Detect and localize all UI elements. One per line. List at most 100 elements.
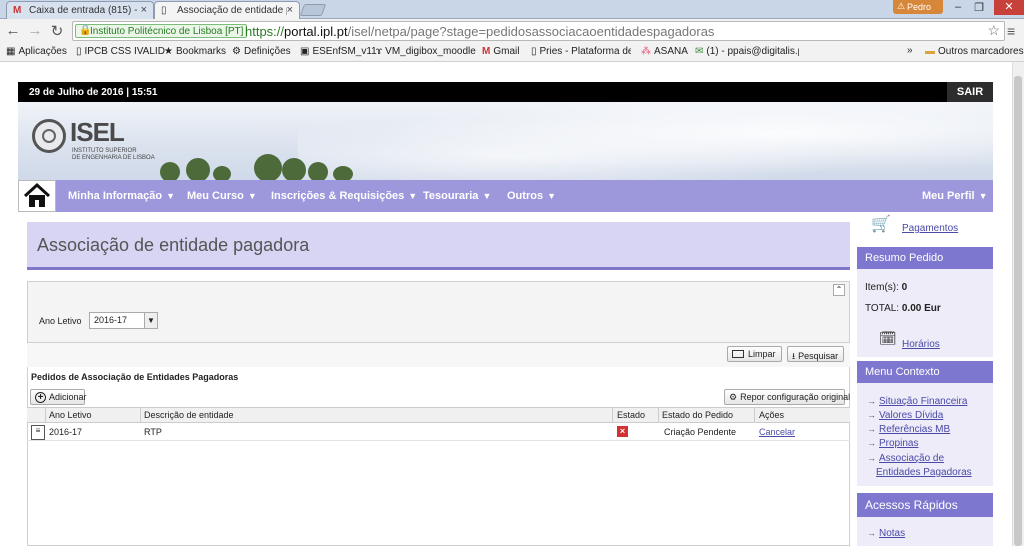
- profile-button[interactable]: ⚠ Pedro: [893, 0, 943, 14]
- profile-name: Pedro: [907, 2, 932, 12]
- button-label: Adicionar: [49, 392, 87, 402]
- link-notas[interactable]: → Notas: [867, 528, 905, 539]
- nav-label: Minha Informação: [68, 190, 163, 202]
- button-label: Repor configuração original: [740, 392, 851, 402]
- column-header-ano[interactable]: Ano Letivo: [49, 410, 92, 420]
- url-host: portal.ipl.pt: [284, 24, 348, 39]
- horarios-link[interactable]: Horários: [902, 339, 940, 350]
- nav-outros[interactable]: Outros ▼: [507, 190, 556, 202]
- nav-label: Outros: [507, 190, 544, 202]
- chevron-down-icon: ▼: [408, 191, 418, 201]
- warning-icon: ⚠: [897, 1, 906, 11]
- total-label: TOTAL:: [865, 303, 900, 314]
- bookmark-label: IPCB CSS IVALID: [84, 46, 165, 57]
- cancelar-link[interactable]: Cancelar: [759, 427, 795, 437]
- cart-icon: 🛒: [871, 216, 891, 233]
- column-header-acoes: Ações: [759, 410, 785, 420]
- tab-gmail[interactable]: M Caixa de entrada (815) - p ×: [6, 1, 154, 19]
- nav-meu-curso[interactable]: Meu Curso ▼: [187, 190, 257, 202]
- url-path: /isel/netpa/page?stage=pedidosassociacao…: [347, 24, 715, 39]
- list-title: Pedidos de Associação de Entidades Pagad…: [31, 372, 239, 382]
- pesquisar-button[interactable]: ⭳ Pesquisar: [787, 346, 844, 362]
- column-header-estado-pedido[interactable]: Estado do Pedido: [662, 410, 733, 420]
- back-icon[interactable]: ←: [4, 22, 22, 39]
- link-situacao-financeira[interactable]: → Situação Financeira: [867, 396, 967, 407]
- nav-meu-perfil[interactable]: Meu Perfil ▼: [922, 190, 988, 202]
- arrow-icon: →: [867, 438, 876, 448]
- adicionar-button[interactable]: + Adicionar: [30, 389, 87, 405]
- asana-icon: ⁂: [641, 46, 651, 57]
- bookmark-label: ASANA: [654, 46, 688, 57]
- clear-icon: [732, 350, 744, 358]
- forward-icon[interactable]: →: [26, 22, 44, 39]
- bookmark-ppais[interactable]: ✉ (1) - ppais@digitalis.p: [695, 46, 799, 57]
- collapse-icon[interactable]: ⌃: [833, 284, 845, 296]
- tab-label: Associação de entidade p: [177, 5, 287, 16]
- nav-minha-informacao[interactable]: Minha Informação ▼: [68, 190, 175, 202]
- cell-estado-pedido: Criação Pendente: [664, 427, 737, 437]
- page-title: Associação de entidade pagadora: [37, 235, 310, 255]
- itens-value: 0: [901, 282, 908, 293]
- bookmark-other[interactable]: ▬ Outros marcadores: [925, 46, 1024, 57]
- column-header-descricao[interactable]: Descrição de entidade: [144, 410, 234, 420]
- cell-ano: 2016-17: [49, 427, 83, 437]
- sky-background: [298, 102, 993, 180]
- site-icon: ▣: [300, 46, 310, 57]
- nav-label: Inscrições & Requisições: [271, 190, 405, 202]
- limpar-button[interactable]: Limpar: [727, 346, 782, 362]
- close-icon[interactable]: ×: [141, 4, 147, 16]
- window-close-button[interactable]: ✕: [994, 0, 1024, 15]
- nav-tesouraria[interactable]: Tesouraria ▼: [423, 190, 491, 202]
- link-label: Situação Financeira: [879, 396, 968, 407]
- link-propinas[interactable]: → Propinas: [867, 438, 918, 449]
- apps-icon: ▦: [6, 46, 16, 57]
- link-label: Associação de: [879, 453, 945, 464]
- reload-icon[interactable]: ↻: [48, 22, 66, 40]
- security-chip[interactable]: 🔒 Instituto Politécnico de Lisboa [PT]: [75, 24, 248, 38]
- bookmark-bookmarks[interactable]: ★ Bookmarks: [164, 46, 226, 57]
- bookmark-label: Gmail: [493, 46, 520, 57]
- column-divider: [45, 407, 46, 423]
- column-divider: [754, 407, 755, 423]
- home-button[interactable]: [18, 180, 56, 212]
- url-scheme: https://: [245, 24, 285, 39]
- address-bar[interactable]: 🔒 Instituto Politécnico de Lisboa [PT] h…: [72, 21, 1005, 41]
- bookmarks-overflow[interactable]: »: [907, 45, 913, 56]
- link-associacao[interactable]: → Associação de: [867, 453, 944, 464]
- bookmark-apps[interactable]: ▦ Aplicações: [6, 46, 67, 57]
- bookmark-ipcb[interactable]: ▯ IPCB CSS IVALID: [76, 46, 165, 57]
- bookmark-definicoes[interactable]: ⚙ Definições: [232, 46, 291, 57]
- close-icon[interactable]: ×: [287, 4, 293, 16]
- nav-inscricoes[interactable]: Inscrições & Requisições ▼: [271, 190, 417, 202]
- bookmark-asana[interactable]: ⁂ ASANA: [641, 46, 688, 57]
- link-valores-divida[interactable]: → Valores Dívida: [867, 410, 943, 421]
- details-icon[interactable]: ≡: [31, 425, 45, 440]
- menu-contexto-header: Menu Contexto: [857, 361, 993, 383]
- nav-label: Tesouraria: [423, 190, 479, 202]
- tab-label: Caixa de entrada (815) - p: [29, 5, 139, 16]
- star-icon[interactable]: ☆: [987, 22, 1000, 39]
- bookmark-pries[interactable]: ▯ Pries - Plataforma de: [531, 46, 631, 57]
- link-associacao-cont[interactable]: Entidades Pagadoras: [876, 467, 972, 478]
- ano-letivo-select[interactable]: 2016-17 ▼: [89, 312, 158, 329]
- gmail-icon: M: [482, 46, 491, 57]
- minimize-button[interactable]: –: [948, 1, 968, 13]
- menu-icon[interactable]: ≡: [1007, 23, 1015, 39]
- logo-subtitle-1: INSTITUTO SUPERIOR: [72, 148, 137, 154]
- new-tab-button[interactable]: [299, 4, 327, 16]
- logout-button[interactable]: SAIR: [947, 82, 993, 102]
- repor-configuracao-button[interactable]: ⚙ Repor configuração original: [724, 389, 850, 405]
- link-referencias-mb[interactable]: → Referências MB: [867, 424, 950, 435]
- acessos-rapidos-header: Acessos Rápidos: [857, 493, 993, 517]
- bookmark-label: ESEnfSM_v11: [312, 46, 377, 57]
- bookmark-gmail[interactable]: M Gmail: [482, 46, 519, 57]
- restore-button[interactable]: ❐: [969, 1, 989, 14]
- bookmark-vm-digibox[interactable]: ɤ VM_digibox_moodle: [376, 46, 476, 57]
- tab-active[interactable]: ▯ Associação de entidade p ×: [154, 1, 300, 19]
- pagamentos-link[interactable]: Pagamentos: [902, 223, 958, 234]
- column-header-estado[interactable]: Estado: [617, 410, 645, 420]
- bookmark-label: Definições: [243, 46, 291, 57]
- bookmark-esenfsm[interactable]: ▣ ESEnfSM_v11: [300, 46, 377, 57]
- scrollbar-thumb[interactable]: [1014, 76, 1022, 546]
- top-info-bar: 29 de Julho de 2016 | 15:51: [18, 82, 993, 102]
